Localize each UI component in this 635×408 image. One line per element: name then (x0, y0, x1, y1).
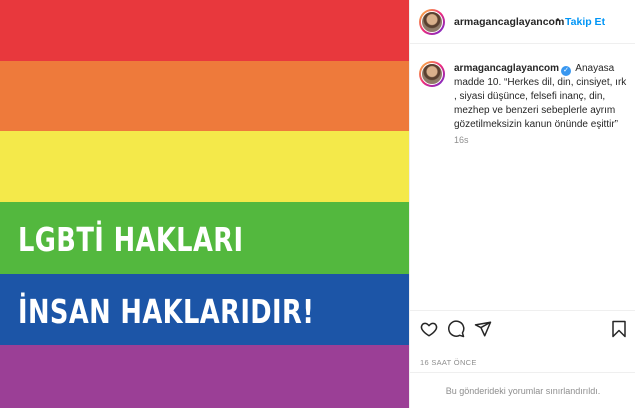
post-image[interactable]: LGBTİ HAKLARI İNSAN HAKLARIDIR! (0, 0, 409, 408)
header-username[interactable]: armagancaglayancom (454, 16, 564, 28)
comments-restricted-notice: Bu gönderideki yorumlar sınırlandırıldı. (445, 386, 601, 396)
follow-button[interactable]: Takip Et (565, 16, 605, 28)
comments-section: armagancaglayancom ✓ Anayasa madde 10. “H… (410, 44, 635, 310)
post-timestamp[interactable]: 16 SAAT ÖNCE (420, 358, 477, 367)
action-bar (410, 310, 635, 346)
heart-icon[interactable] (420, 320, 438, 338)
caption-username[interactable]: armagancaglayancom (454, 63, 559, 74)
orange-stripe (0, 61, 409, 131)
share-icon[interactable] (474, 320, 492, 338)
image-text-line-1: LGBTİ HAKLARI (18, 220, 244, 259)
caption-avatar[interactable] (419, 61, 445, 87)
image-text-line-2: İNSAN HAKLARIDIR! (18, 292, 315, 331)
post-side-panel: armagancaglayancom • Takip Et armagancag… (409, 0, 635, 408)
post-caption: armagancaglayancom ✓ Anayasa madde 10. “H… (454, 62, 630, 132)
comment-icon[interactable] (447, 320, 465, 338)
instagram-post: LGBTİ HAKLARI İNSAN HAKLARIDIR! armaganc… (0, 0, 635, 408)
separator-dot: • (556, 15, 560, 26)
avatar[interactable] (419, 9, 445, 35)
comment-input-area: Bu gönderideki yorumlar sınırlandırıldı. (410, 372, 635, 408)
purple-stripe (0, 345, 409, 408)
caption-age[interactable]: 16s (454, 135, 469, 145)
bookmark-icon[interactable] (610, 320, 628, 338)
verified-badge-icon: ✓ (561, 66, 572, 76)
post-header: armagancaglayancom • Takip Et (410, 0, 635, 44)
yellow-stripe (0, 131, 409, 202)
red-stripe (0, 0, 409, 61)
